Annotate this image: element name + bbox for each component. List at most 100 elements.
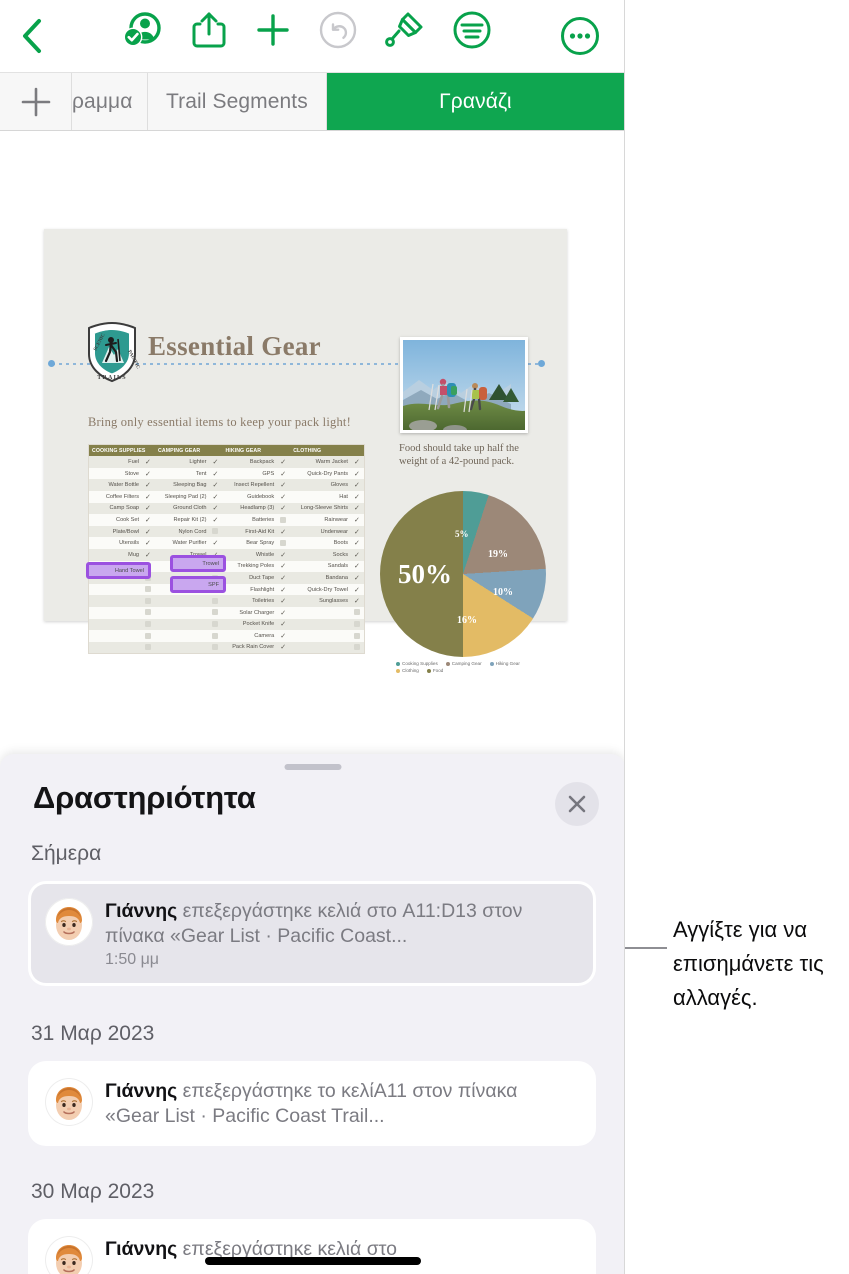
table-cell-clothing[interactable]: Rainwear	[290, 514, 351, 526]
highlight-cell-spf[interactable]: SPF	[170, 576, 226, 593]
gear-list-table[interactable]: COOKING SUPPLIES CAMPING GEAR HIKING GEA…	[89, 445, 364, 654]
empty-checkbox[interactable]	[212, 597, 219, 604]
table-checkmark-cooking[interactable]: ✓	[142, 548, 156, 561]
table-checkmark-clothing[interactable]	[351, 641, 364, 654]
empty-checkbox[interactable]	[145, 586, 152, 593]
table-checkmark-clothing[interactable]	[351, 630, 364, 642]
sheet-tab-programma[interactable]: ρaμμα	[72, 73, 148, 130]
table-checkmark-cooking[interactable]: ✓	[142, 502, 156, 515]
close-icon[interactable]	[555, 782, 599, 826]
table-cell-hiking[interactable]: Batteries	[222, 514, 278, 526]
table-cell-camping[interactable]: Nylon Cord	[155, 525, 210, 538]
table-cell-hiking[interactable]: Duct Tape	[222, 572, 278, 584]
empty-checkbox[interactable]	[212, 528, 219, 535]
share-icon[interactable]	[190, 9, 228, 51]
table-checkmark-cooking[interactable]: ✓	[142, 490, 156, 503]
table-checkmark-clothing[interactable]: ✓	[351, 479, 364, 491]
table-checkmark-camping[interactable]	[209, 641, 223, 654]
hikers-photo[interactable]	[400, 337, 528, 433]
table-cell-clothing[interactable]: Sandals	[290, 560, 351, 573]
sheet-tab-trail-segments[interactable]: Trail Segments	[148, 73, 327, 130]
table-cell-hiking[interactable]: Solar Charger	[222, 606, 278, 619]
table-checkmark-hiking[interactable]: ✓	[277, 630, 291, 642]
table-checkmark-cooking[interactable]: ✓	[142, 514, 156, 526]
table-checkmark-hiking[interactable]: ✓	[277, 618, 291, 631]
table-cell-clothing[interactable]: Quick-Dry Pants	[290, 467, 351, 480]
table-checkmark-hiking[interactable]: ✓	[277, 467, 291, 480]
table-row[interactable]: Mug✓Trowel✓Whistle✓Socks✓	[89, 548, 364, 561]
table-checkmark-hiking[interactable]: ✓	[277, 606, 291, 619]
table-cell-hiking[interactable]: GPS	[222, 467, 278, 480]
table-checkmark-camping[interactable]: ✓	[209, 456, 223, 468]
table-checkmark-clothing[interactable]	[351, 606, 364, 619]
table-checkmark-cooking[interactable]: ✓	[142, 525, 156, 538]
table-cell-camping[interactable]	[155, 606, 210, 619]
table-cell-hiking[interactable]: Backpack	[222, 456, 278, 468]
table-checkmark-cooking[interactable]: ✓	[142, 479, 156, 491]
table-cell-camping[interactable]: Repair Kit (2)	[155, 514, 210, 526]
selection-handle-left[interactable]	[48, 360, 55, 367]
table-cell-cooking[interactable]	[89, 618, 143, 631]
table-checkmark-hiking[interactable]: ✓	[277, 595, 291, 607]
table-checkmark-cooking[interactable]	[142, 595, 156, 607]
table-cell-clothing[interactable]: Sunglasses	[290, 595, 351, 607]
table-row[interactable]: Utensils ✓ Water Purifier ✓ Bear Spray Boots ✓	[89, 537, 364, 549]
pack-weight-pie-chart[interactable]: 5% 19% 10% 16% 50%	[380, 491, 550, 659]
table-checkmark-hiking[interactable]: ✓	[277, 456, 291, 468]
table-cell-clothing[interactable]	[290, 606, 351, 619]
collaborate-icon[interactable]	[120, 8, 164, 52]
table-cell-cooking[interactable]: Stove	[89, 467, 143, 480]
table-row[interactable]: Pack Rain Cover ✓	[89, 641, 364, 654]
table-checkmark-camping[interactable]: ✓	[209, 537, 223, 549]
activity-list-item[interactable]: Γιάννης επεξεργάστηκε κελιά στο A11:D13 …	[31, 884, 593, 983]
table-row[interactable]: Solar Charger ✓	[89, 606, 364, 619]
sheet-grabber[interactable]	[284, 764, 341, 770]
table-cell-camping[interactable]: Lighter	[155, 456, 210, 468]
table-cell-cooking[interactable]: Coffee Filters	[89, 490, 143, 503]
empty-checkbox[interactable]	[212, 644, 219, 651]
table-checkmark-cooking[interactable]	[142, 618, 156, 631]
table-checkmark-camping[interactable]: ✓	[209, 490, 223, 503]
table-cell-hiking[interactable]: Pack Rain Cover	[222, 641, 278, 654]
table-checkmark-hiking[interactable]	[277, 537, 291, 549]
table-checkmark-clothing[interactable]: ✓	[351, 514, 364, 526]
table-row[interactable]: Plate/Bowl ✓ Nylon Cord First-Aid Kit ✓ Under…	[89, 525, 364, 538]
empty-checkbox[interactable]	[354, 620, 360, 627]
table-checkmark-hiking[interactable]: ✓	[277, 502, 291, 515]
organize-icon[interactable]	[452, 10, 492, 50]
table-row[interactable]: Camp Soap ✓ Ground Cloth ✓ Headlamp (3) ✓ Long…	[89, 502, 364, 515]
table-cell-clothing[interactable]: Hat	[290, 490, 351, 503]
table-row[interactable]: Stove ✓ Tent ✓ GPS ✓ Quick-Dry Pants ✓	[89, 467, 364, 480]
table-cell-clothing[interactable]: Quick-Dry Towel	[290, 583, 351, 596]
table-cell-cooking[interactable]: Camp Soap	[89, 502, 143, 515]
table-row[interactable]: SPFFlashlight✓Quick-Dry Towel✓	[89, 583, 364, 596]
table-row[interactable]: Fuel ✓ Lighter ✓ Backpack ✓ Warm Jacket ✓	[89, 456, 364, 468]
highlight-cell-trowel[interactable]: Trowel	[170, 555, 226, 572]
table-checkmark-clothing[interactable]: ✓	[351, 467, 364, 480]
table-checkmark-hiking[interactable]: ✓	[277, 572, 291, 584]
add-sheet-button[interactable]	[0, 73, 72, 130]
table-cell-clothing[interactable]	[290, 641, 351, 654]
empty-checkbox[interactable]	[280, 516, 287, 523]
table-cell-cooking[interactable]: Utensils	[89, 537, 143, 549]
table-checkmark-clothing[interactable]: ✓	[351, 595, 364, 607]
table-checkmark-hiking[interactable]: ✓	[277, 525, 291, 538]
empty-checkbox[interactable]	[145, 597, 152, 604]
table-checkmark-clothing[interactable]: ✓	[351, 583, 364, 596]
table-cell-camping[interactable]: Water Purifier	[155, 537, 210, 549]
add-icon[interactable]	[254, 11, 292, 49]
table-checkmark-clothing[interactable]: ✓	[351, 502, 364, 515]
table-cell-cooking[interactable]	[89, 595, 143, 607]
table-cell-hiking[interactable]: Flashlight	[222, 583, 278, 596]
activity-list-item[interactable]: Γιάννης επεξεργάστηκε το κελίA11 στον πί…	[31, 1064, 593, 1143]
empty-checkbox[interactable]	[145, 644, 152, 651]
table-cell-hiking[interactable]: Whistle	[222, 548, 278, 561]
empty-checkbox[interactable]	[145, 620, 152, 627]
empty-checkbox[interactable]	[354, 632, 360, 639]
table-cell-camping[interactable]	[155, 641, 210, 654]
table-checkmark-hiking[interactable]: ✓	[277, 641, 291, 654]
table-cell-hiking[interactable]: Guidebook	[222, 490, 278, 503]
table-cell-clothing[interactable]: Underwear	[290, 525, 351, 538]
empty-checkbox[interactable]	[212, 609, 219, 616]
table-checkmark-hiking[interactable]: ✓	[277, 490, 291, 503]
